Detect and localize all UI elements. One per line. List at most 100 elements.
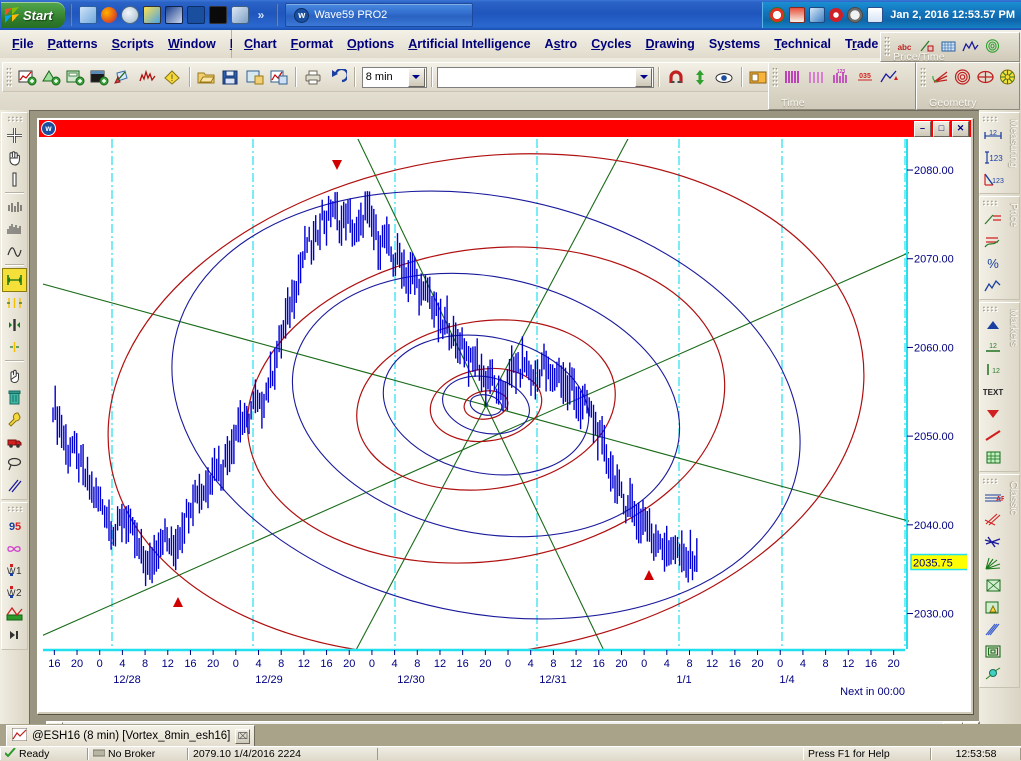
opera-icon[interactable] (829, 8, 844, 22)
vertical-marker-icon[interactable]: 12 (982, 358, 1005, 380)
symbol-combo-arrow[interactable] (635, 67, 653, 87)
measure-height-icon[interactable]: 123 (982, 146, 1005, 168)
w2-icon[interactable]: W2 (3, 580, 26, 602)
menu-astro[interactable]: Astro (538, 37, 585, 51)
symbol-combo[interactable] (436, 66, 655, 88)
trendline-icon[interactable] (982, 424, 1005, 446)
truck-icon[interactable] (3, 430, 26, 452)
chart-canvas[interactable]: 2080.00 2070.00 2060.00 2050.00 2040.00 2030.… (39, 137, 971, 712)
toolbar-drag-grip[interactable] (6, 67, 12, 87)
menu-trade[interactable]: Trade (838, 37, 885, 51)
gann-box-icon[interactable] (982, 574, 1005, 596)
menu-options[interactable]: Options (340, 37, 401, 51)
smooth-curve-icon[interactable] (3, 240, 26, 262)
minimize-button[interactable]: – (914, 120, 931, 137)
wrench-icon[interactable] (3, 408, 26, 430)
measure-width-icon[interactable]: 12 (982, 124, 1005, 146)
new-quotepage-icon[interactable] (89, 66, 111, 89)
menu-cycles[interactable]: Cycles (584, 37, 638, 51)
paint-icon[interactable] (142, 6, 161, 24)
new-indicator-icon[interactable] (137, 66, 159, 89)
compress-bars-icon[interactable] (3, 218, 26, 240)
interval-combo[interactable]: 8 min (361, 66, 427, 88)
show-desktop-icon[interactable] (78, 6, 97, 24)
crosshair-icon[interactable] (3, 124, 26, 146)
vertical-line-icon[interactable] (3, 168, 26, 190)
dim-icon[interactable] (769, 7, 786, 23)
alert-icon[interactable]: ! (161, 66, 183, 89)
fan-rays-icon[interactable] (982, 552, 1005, 574)
vortex-icon[interactable] (998, 66, 1019, 89)
print-icon[interactable] (302, 66, 324, 89)
numbers-035-icon[interactable]: 035 (854, 66, 876, 89)
new-drawing-icon[interactable] (113, 66, 135, 89)
parallel-channel-icon[interactable] (982, 618, 1005, 640)
nine-five-icon[interactable]: 95 (3, 514, 26, 536)
shrink-vertical-icon[interactable] (3, 336, 26, 358)
save-icon[interactable] (220, 66, 242, 89)
left-tools-grip[interactable] (6, 506, 23, 512)
ellipse-cross-icon[interactable] (975, 66, 996, 89)
measure-angle-icon[interactable]: 123 (982, 168, 1005, 190)
visibility-icon[interactable] (714, 66, 736, 89)
expand-left-toolbar-icon[interactable] (3, 624, 26, 646)
gann-angles-icon[interactable] (982, 596, 1005, 618)
spiral-icon[interactable] (982, 640, 1005, 662)
price-levels-icon[interactable] (982, 230, 1005, 252)
new-chart-icon[interactable] (16, 66, 38, 89)
new-alarm-icon[interactable] (40, 66, 62, 89)
market-icon[interactable] (208, 6, 227, 24)
outlook-icon[interactable] (120, 6, 139, 24)
lasso-icon[interactable] (3, 452, 26, 474)
markers-grip[interactable] (982, 306, 998, 312)
bar-spacing-icon[interactable] (3, 196, 26, 218)
satellite-icon[interactable] (164, 6, 183, 24)
system-clock[interactable]: Jan 2, 2016 12:53.57 PM (890, 9, 1015, 21)
price-grip[interactable] (982, 200, 998, 206)
save-workspace-icon[interactable] (244, 66, 266, 89)
menu-chart[interactable]: Chart (237, 37, 284, 51)
start-button[interactable]: Start (1, 2, 65, 28)
wave59-icon[interactable] (186, 6, 205, 24)
taskbar-button-wave59[interactable]: w Wave59 PRO2 (285, 3, 474, 27)
zigzag-icon[interactable] (960, 35, 980, 58)
cycle-bars-icon[interactable] (782, 66, 804, 89)
fan-icon[interactable] (930, 66, 951, 89)
sc-icon[interactable] (789, 7, 806, 23)
up-arrow-icon[interactable] (982, 314, 1005, 336)
chart-plot-svg[interactable]: 2080.00 2070.00 2060.00 2050.00 2040.00 2030.… (39, 137, 967, 712)
gann-fan-icon[interactable] (982, 530, 1005, 552)
close-button[interactable]: ✕ (952, 120, 969, 137)
price-zigzag-icon[interactable] (982, 274, 1005, 296)
menu-artificial-intelligence[interactable]: Artificial Intelligence (401, 37, 537, 51)
left-toolbar-grip[interactable] (6, 116, 23, 122)
parallel-lines-icon[interactable] (3, 474, 26, 496)
sync-vertical-icon[interactable] (689, 66, 711, 89)
menu-patterns[interactable]: Patterns (41, 37, 105, 51)
pointer-hand-icon[interactable] (3, 364, 26, 386)
open-icon[interactable] (196, 66, 218, 89)
chart-window-titlebar[interactable]: w – □ ✕ (39, 120, 971, 137)
menu-technical[interactable]: Technical (767, 37, 838, 51)
pan-hand-icon[interactable] (3, 146, 26, 168)
text-icon[interactable]: TEXT (982, 380, 1005, 402)
fingerprint-icon[interactable] (982, 35, 1002, 58)
pattern-icon[interactable] (3, 602, 26, 624)
new-workspace-icon[interactable] (64, 66, 86, 89)
down-arrow-icon[interactable] (982, 402, 1005, 424)
document-tab[interactable]: @ESH16 (8 min) [Vortex_8min_esh16] ⌧ (6, 725, 256, 746)
maximize-button[interactable]: □ (933, 120, 950, 137)
percent-icon[interactable]: % (982, 252, 1005, 274)
expand-horizontal-icon[interactable] (2, 268, 27, 292)
menu-scripts[interactable]: Scripts (105, 37, 161, 51)
save-chart-icon[interactable] (268, 66, 290, 89)
time-bars-icon[interactable] (806, 66, 828, 89)
menu-drawing[interactable]: Drawing (639, 37, 702, 51)
menu-systems[interactable]: Systems (702, 37, 767, 51)
expand-vertical-icon[interactable] (3, 314, 26, 336)
planet-icon[interactable] (982, 662, 1005, 684)
network-icon[interactable] (809, 7, 826, 23)
andrews-pitchfork-icon[interactable]: AR (982, 486, 1005, 508)
more-quicklaunch-chevron-icon[interactable]: » (253, 8, 270, 22)
trend-vector-icon[interactable] (878, 66, 900, 89)
